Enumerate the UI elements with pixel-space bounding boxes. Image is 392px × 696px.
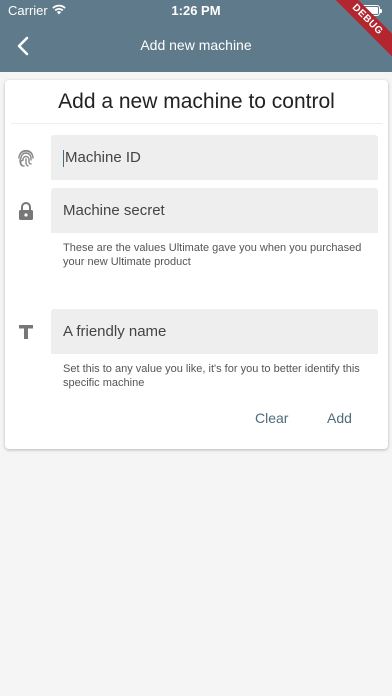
clear-button[interactable]: Clear <box>255 410 288 426</box>
machine-id-field[interactable]: Machine ID <box>51 135 378 180</box>
friendly-name-field[interactable]: A friendly name <box>51 309 378 354</box>
fingerprint-icon <box>15 147 37 169</box>
add-button[interactable]: Add <box>327 410 352 426</box>
page-title: Add new machine <box>140 37 252 53</box>
add-machine-card: Add a new machine to control Machine ID … <box>5 80 388 449</box>
machine-secret-placeholder: Machine secret <box>63 202 165 219</box>
machine-id-placeholder: Machine ID <box>65 149 141 166</box>
divider <box>11 123 382 124</box>
app-bar: Carrier 1:26 PM Add new machine DEBUG <box>0 0 392 72</box>
text-caret <box>63 149 64 167</box>
machine-secret-field[interactable]: Machine secret <box>51 188 378 233</box>
lock-icon <box>15 200 37 222</box>
machine-secret-helper: These are the values Ultimate gave you w… <box>63 242 362 268</box>
status-time: 1:26 PM <box>171 3 221 18</box>
status-bar: Carrier 1:26 PM <box>0 0 392 20</box>
text-format-icon <box>15 321 37 343</box>
friendly-name-helper: Set this to any value you like, it's for… <box>63 363 360 389</box>
friendly-name-placeholder: A friendly name <box>63 323 167 340</box>
card-title: Add a new machine to control <box>58 90 335 113</box>
